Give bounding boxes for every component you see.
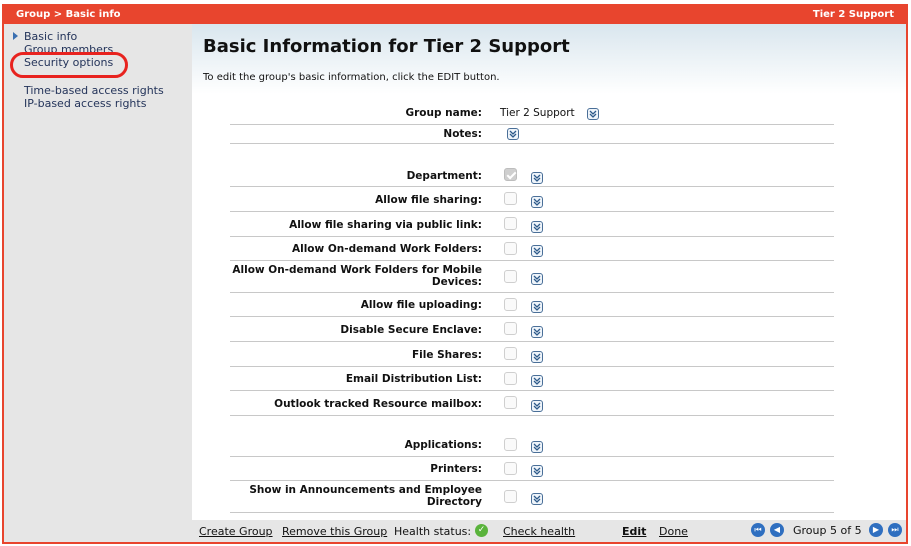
breadcrumb: Group > Basic info bbox=[16, 8, 121, 20]
expand-icon[interactable] bbox=[531, 245, 543, 257]
highlight-ring bbox=[10, 52, 128, 78]
expand-icon[interactable] bbox=[531, 493, 543, 505]
group-title: Tier 2 Support bbox=[812, 8, 894, 20]
expand-icon[interactable] bbox=[531, 351, 543, 363]
field-row: Applications: bbox=[230, 433, 834, 457]
last-page-icon[interactable]: ⏭ bbox=[888, 523, 902, 537]
group-name-label: Group name: bbox=[405, 107, 482, 119]
expand-icon[interactable] bbox=[531, 172, 543, 184]
header-gradient bbox=[192, 24, 906, 94]
field-row: Allow On-demand Work Folders for Mobile … bbox=[230, 261, 834, 293]
field-checkbox[interactable] bbox=[504, 347, 517, 360]
field-checkbox[interactable] bbox=[504, 372, 517, 385]
edit-link[interactable]: Edit bbox=[622, 525, 646, 538]
notes-row: Notes: bbox=[230, 125, 834, 144]
group-name-value: Tier 2 Support bbox=[500, 107, 575, 119]
field-label: Allow file uploading: bbox=[360, 299, 482, 311]
field-row: Department: bbox=[230, 164, 834, 187]
field-row: Disable Secure Enclave: bbox=[230, 317, 834, 342]
main-panel: Basic Information for Tier 2 Support To … bbox=[192, 24, 906, 542]
expand-icon[interactable] bbox=[531, 196, 543, 208]
field-label: Email Distribution List: bbox=[345, 373, 482, 385]
footer-bar: Create Group Remove this Group Health st… bbox=[192, 520, 906, 542]
field-row: Allow On-demand Work Folders: bbox=[230, 237, 834, 261]
field-label: Allow file sharing: bbox=[375, 194, 482, 206]
field-row: Allow file sharing via public link: bbox=[230, 212, 834, 237]
title-bar: Group > Basic info Tier 2 Support bbox=[4, 4, 906, 24]
pager-text: Group 5 of 5 bbox=[793, 524, 862, 537]
page-title: Basic Information for Tier 2 Support bbox=[203, 36, 570, 57]
first-page-icon[interactable]: ⏮ bbox=[751, 523, 765, 537]
field-checkbox[interactable] bbox=[504, 242, 517, 255]
previous-page-icon[interactable]: ◀ bbox=[770, 523, 784, 537]
field-checkbox[interactable] bbox=[504, 396, 517, 409]
field-label: Printers: bbox=[430, 463, 482, 475]
done-link[interactable]: Done bbox=[659, 525, 688, 538]
group-name-row: Group name: Tier 2 Support bbox=[230, 104, 834, 125]
field-row: Printers: bbox=[230, 457, 834, 481]
field-checkbox[interactable] bbox=[504, 490, 517, 503]
field-row: Allow file sharing: bbox=[230, 187, 834, 212]
expand-icon[interactable] bbox=[531, 301, 543, 313]
field-label: Allow On-demand Work Folders for Mobile … bbox=[232, 264, 482, 288]
expand-icon[interactable] bbox=[531, 441, 543, 453]
field-label: Department: bbox=[406, 170, 482, 182]
field-row: Email Distribution List: bbox=[230, 367, 834, 391]
field-label: Allow file sharing via public link: bbox=[289, 219, 482, 231]
expand-icon[interactable] bbox=[531, 221, 543, 233]
expand-icon[interactable] bbox=[531, 465, 543, 477]
field-checkbox[interactable] bbox=[504, 270, 517, 283]
field-checkbox[interactable] bbox=[504, 322, 517, 335]
field-checkbox[interactable] bbox=[504, 298, 517, 311]
field-row: Outlook tracked Resource mailbox: bbox=[230, 391, 834, 416]
remove-group-link[interactable]: Remove this Group bbox=[282, 525, 387, 538]
sidebar-item-basic-info[interactable]: Basic info bbox=[24, 30, 77, 43]
window: Group > Basic info Tier 2 Support Basic … bbox=[2, 4, 908, 544]
sidebar-item-time-based-access[interactable]: Time-based access rights bbox=[24, 84, 164, 97]
field-label: Applications: bbox=[404, 439, 482, 451]
field-checkbox[interactable] bbox=[504, 438, 517, 451]
field-label: Allow On-demand Work Folders: bbox=[291, 243, 482, 255]
expand-icon[interactable] bbox=[507, 128, 519, 140]
field-checkbox[interactable] bbox=[504, 217, 517, 230]
field-label: Outlook tracked Resource mailbox: bbox=[274, 398, 482, 410]
expand-icon[interactable] bbox=[531, 375, 543, 387]
expand-icon[interactable] bbox=[531, 400, 543, 412]
field-checkbox[interactable] bbox=[504, 168, 517, 181]
field-label: Disable Secure Enclave: bbox=[340, 324, 482, 336]
check-health-link[interactable]: Check health bbox=[503, 525, 575, 538]
field-row: File Shares: bbox=[230, 342, 834, 367]
health-status-label: Health status: bbox=[394, 525, 472, 538]
field-label: Show in Announcements and Employee Direc… bbox=[249, 484, 482, 508]
field-label: File Shares: bbox=[411, 349, 482, 361]
create-group-link[interactable]: Create Group bbox=[199, 525, 273, 538]
field-checkbox[interactable] bbox=[504, 192, 517, 205]
field-row: Allow file uploading: bbox=[230, 293, 834, 317]
field-row: Show in Announcements and Employee Direc… bbox=[230, 481, 834, 513]
expand-icon[interactable] bbox=[531, 326, 543, 338]
expand-icon[interactable] bbox=[587, 108, 599, 120]
current-item-arrow-icon bbox=[13, 32, 18, 40]
expand-icon[interactable] bbox=[531, 273, 543, 285]
sidebar-item-ip-based-access[interactable]: IP-based access rights bbox=[24, 97, 146, 110]
health-ok-icon: ✓ bbox=[475, 524, 488, 537]
intro-text: To edit the group's basic information, c… bbox=[203, 72, 500, 83]
field-checkbox[interactable] bbox=[504, 462, 517, 475]
next-page-icon[interactable]: ▶ bbox=[869, 523, 883, 537]
notes-label: Notes: bbox=[443, 128, 482, 140]
sidebar: Basic info Group members Security option… bbox=[4, 24, 192, 542]
